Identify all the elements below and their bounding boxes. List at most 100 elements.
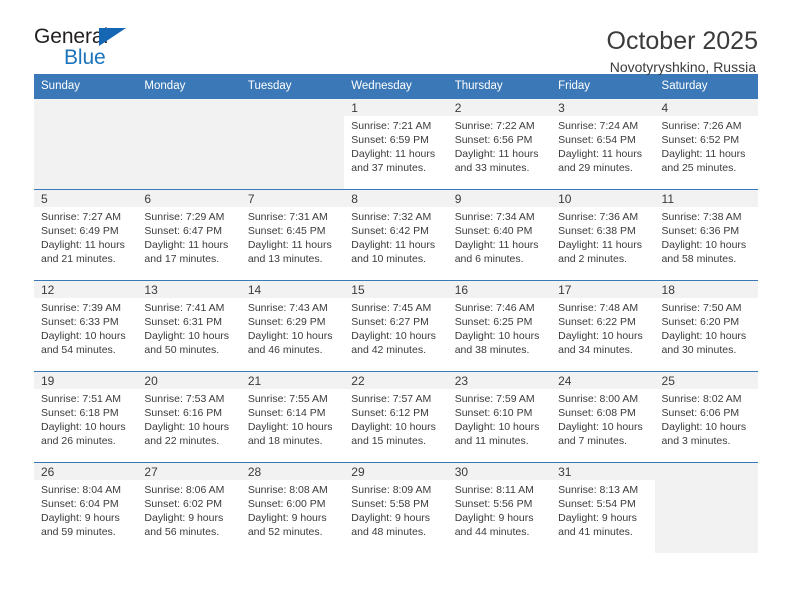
day-number: 19 <box>34 372 138 389</box>
calendar-cell-day-8[interactable]: 8 Sunrise: 7:32 AM Sunset: 6:42 PM Daylight… <box>344 189 448 281</box>
calendar-cell-day-11[interactable]: 11 Sunrise: 7:38 AM Sunset: 6:36 PM Dayligh… <box>654 189 758 281</box>
weekday-header-friday: Friday <box>551 74 655 99</box>
sunrise-text: Sunrise: 7:55 AM <box>247 393 328 405</box>
calendar-cell-day-22[interactable]: 22 Sunrise: 7:57 AM Sunset: 6:12 PM Dayligh… <box>344 371 448 463</box>
day-details: Sunrise: 7:45 AM Sunset: 6:27 PM Daylight:… <box>344 298 447 357</box>
sunrise-text: Sunrise: 7:26 AM <box>661 120 742 132</box>
calendar-week-row: 5 Sunrise: 7:27 AM Sunset: 6:49 PM Daylight… <box>34 189 758 281</box>
sunrise-text: Sunrise: 8:08 AM <box>247 484 328 496</box>
calendar-cell-day-15[interactable]: 15 Sunrise: 7:45 AM Sunset: 6:27 PM Dayligh… <box>344 280 448 372</box>
sunrise-text: Sunrise: 8:04 AM <box>41 484 121 496</box>
day-details: Sunrise: 7:53 AM Sunset: 6:16 PM Daylight:… <box>137 389 240 448</box>
calendar-cell-day-6[interactable]: 6 Sunrise: 7:29 AM Sunset: 6:47 PM Daylight… <box>137 189 241 281</box>
day-details: Sunrise: 7:59 AM Sunset: 6:10 PM Daylight:… <box>448 389 551 448</box>
calendar-cell-day-14[interactable]: 14 Sunrise: 7:43 AM Sunset: 6:29 PM Dayligh… <box>240 280 345 372</box>
day-number: 13 <box>137 281 241 298</box>
page-subtitle: Novotyryshkino, Russia <box>609 59 756 75</box>
sunrise-text: Sunrise: 7:48 AM <box>558 302 639 314</box>
calendar-cell-empty <box>654 462 758 553</box>
calendar-cell-day-7[interactable]: 7 Sunrise: 7:31 AM Sunset: 6:45 PM Daylight… <box>240 189 345 281</box>
calendar-cell-day-29[interactable]: 29 Sunrise: 8:09 AM Sunset: 5:58 PM Dayligh… <box>344 462 448 553</box>
sunset-text: Sunset: 6:36 PM <box>661 224 740 237</box>
weekday-header-row: Sunday Monday Tuesday Wednesday Thursday Frid… <box>34 74 758 99</box>
weekday-header-sunday: Sunday <box>34 74 138 99</box>
day-details: Sunrise: 7:39 AM Sunset: 6:33 PM Daylight:… <box>34 298 137 357</box>
sunrise-text: Sunrise: 7:53 AM <box>144 393 225 405</box>
calendar-cell-day-12[interactable]: 12 Sunrise: 7:39 AM Sunset: 6:33 PM Dayligh… <box>34 280 138 372</box>
calendar-cell-day-9[interactable]: 9 Sunrise: 7:34 AM Sunset: 6:40 PM Daylight… <box>447 189 552 281</box>
calendar-cell-day-20[interactable]: 20 Sunrise: 7:53 AM Sunset: 6:16 PM Dayligh… <box>137 371 241 463</box>
day-details: Sunrise: 7:22 AM Sunset: 6:56 PM Daylight:… <box>448 116 551 175</box>
sunset-text: Sunset: 6:18 PM <box>41 406 119 419</box>
day-number: 27 <box>137 463 241 480</box>
calendar-cell-day-24[interactable]: 24 Sunrise: 8:00 AM Sunset: 6:08 PM Dayligh… <box>551 371 655 463</box>
sunrise-text: Sunrise: 7:38 AM <box>661 211 742 223</box>
calendar-cell-day-19[interactable]: 19 Sunrise: 7:51 AM Sunset: 6:18 PM Dayligh… <box>34 371 138 463</box>
sunrise-text: Sunrise: 7:46 AM <box>454 302 535 314</box>
calendar-cell-day-25[interactable]: 25 Sunrise: 8:02 AM Sunset: 6:06 PM Dayligh… <box>654 371 758 463</box>
daylight-text: Daylight: 10 hours and 34 minutes. <box>558 329 643 356</box>
calendar-cell-day-13[interactable]: 13 Sunrise: 7:41 AM Sunset: 6:31 PM Dayligh… <box>137 280 241 372</box>
daylight-text: Daylight: 11 hours and 13 minutes. <box>247 238 332 265</box>
sunrise-text: Sunrise: 7:36 AM <box>558 211 639 223</box>
day-number: 26 <box>34 463 138 480</box>
calendar-cell-day-23[interactable]: 23 Sunrise: 7:59 AM Sunset: 6:10 PM Dayligh… <box>447 371 552 463</box>
page-title: October 2025 <box>606 27 759 55</box>
calendar-cell-day-10[interactable]: 10 Sunrise: 7:36 AM Sunset: 6:38 PM Dayligh… <box>551 189 655 281</box>
day-number: 30 <box>447 463 552 480</box>
calendar-cell-day-27[interactable]: 27 Sunrise: 8:06 AM Sunset: 6:02 PM Dayligh… <box>137 462 241 553</box>
sunrise-text: Sunrise: 7:57 AM <box>351 393 432 405</box>
sunset-text: Sunset: 6:29 PM <box>247 315 326 328</box>
sunrise-text: Sunrise: 7:59 AM <box>454 393 535 405</box>
weekday-header-wednesday: Wednesday <box>344 74 448 99</box>
day-number: 11 <box>654 190 758 207</box>
daylight-text: Daylight: 11 hours and 10 minutes. <box>351 238 436 265</box>
sunrise-text: Sunrise: 7:50 AM <box>661 302 742 314</box>
calendar-cell-day-2[interactable]: 2 Sunrise: 7:22 AM Sunset: 6:56 PM Daylight… <box>447 98 552 190</box>
calendar-cell-day-5[interactable]: 5 Sunrise: 7:27 AM Sunset: 6:49 PM Daylight… <box>34 189 138 281</box>
calendar-cell-day-28[interactable]: 28 Sunrise: 8:08 AM Sunset: 6:00 PM Dayligh… <box>240 462 345 553</box>
daylight-text: Daylight: 10 hours and 50 minutes. <box>144 329 230 356</box>
sunset-text: Sunset: 6:02 PM <box>144 497 223 510</box>
calendar-cell-day-31[interactable]: 31 Sunrise: 8:13 AM Sunset: 5:54 PM Dayligh… <box>551 462 655 553</box>
sunset-text: Sunset: 6:25 PM <box>454 315 533 328</box>
day-number: 10 <box>551 190 655 207</box>
daylight-text: Daylight: 10 hours and 11 minutes. <box>454 420 540 447</box>
sunset-text: Sunset: 6:16 PM <box>144 406 223 419</box>
day-details: Sunrise: 7:36 AM Sunset: 6:38 PM Daylight:… <box>551 207 654 266</box>
sunset-text: Sunset: 6:31 PM <box>144 315 223 328</box>
day-details: Sunrise: 8:06 AM Sunset: 6:02 PM Daylight:… <box>137 480 240 539</box>
sunrise-text: Sunrise: 7:43 AM <box>247 302 328 314</box>
calendar-cell-day-1[interactable]: 1 Sunrise: 7:21 AM Sunset: 6:59 PM Daylight… <box>344 98 448 190</box>
sunset-text: Sunset: 6:56 PM <box>454 133 533 146</box>
calendar-cell-day-17[interactable]: 17 Sunrise: 7:48 AM Sunset: 6:22 PM Dayligh… <box>551 280 655 372</box>
day-number: 28 <box>240 463 345 480</box>
brand-logo[interactable]: General Blue <box>34 26 154 72</box>
day-number: 2 <box>447 99 552 116</box>
calendar-cell-day-26[interactable]: 26 Sunrise: 8:04 AM Sunset: 6:04 PM Dayligh… <box>34 462 138 553</box>
day-number: 24 <box>551 372 655 389</box>
day-details: Sunrise: 7:43 AM Sunset: 6:29 PM Daylight:… <box>241 298 344 357</box>
calendar-header-row: Sunday Monday Tuesday Wednesday Thursday Frid… <box>34 74 758 99</box>
calendar-cell-day-18[interactable]: 18 Sunrise: 7:50 AM Sunset: 6:20 PM Dayligh… <box>654 280 758 372</box>
sunset-text: Sunset: 6:14 PM <box>247 406 326 419</box>
calendar-cell-day-21[interactable]: 21 Sunrise: 7:55 AM Sunset: 6:14 PM Dayligh… <box>240 371 345 463</box>
calendar-page: General Blue October 2025 Novotyryshkino… <box>0 0 792 612</box>
sunset-text: Sunset: 6:47 PM <box>144 224 223 237</box>
calendar-cell-day-30[interactable]: 30 Sunrise: 8:11 AM Sunset: 5:56 PM Dayligh… <box>447 462 552 553</box>
day-number: 5 <box>34 190 138 207</box>
day-number: 9 <box>447 190 552 207</box>
calendar-week-row: 12 Sunrise: 7:39 AM Sunset: 6:33 PM Dayligh… <box>34 280 758 372</box>
day-details: Sunrise: 7:41 AM Sunset: 6:31 PM Daylight:… <box>137 298 240 357</box>
brand-name-general: General <box>34 25 109 48</box>
calendar-cell-day-3[interactable]: 3 Sunrise: 7:24 AM Sunset: 6:54 PM Daylight… <box>551 98 655 190</box>
daylight-text: Daylight: 10 hours and 30 minutes. <box>661 329 747 356</box>
calendar-cell-day-4[interactable]: 4 Sunrise: 7:26 AM Sunset: 6:52 PM Daylight… <box>654 98 758 190</box>
day-number: 4 <box>654 99 758 116</box>
calendar-cell-empty <box>34 98 138 190</box>
daylight-text: Daylight: 10 hours and 54 minutes. <box>41 329 126 356</box>
sunset-text: Sunset: 6:42 PM <box>351 224 429 237</box>
day-number: 3 <box>551 99 655 116</box>
calendar-cell-day-16[interactable]: 16 Sunrise: 7:46 AM Sunset: 6:25 PM Dayligh… <box>447 280 552 372</box>
sunrise-text: Sunrise: 8:09 AM <box>351 484 432 496</box>
